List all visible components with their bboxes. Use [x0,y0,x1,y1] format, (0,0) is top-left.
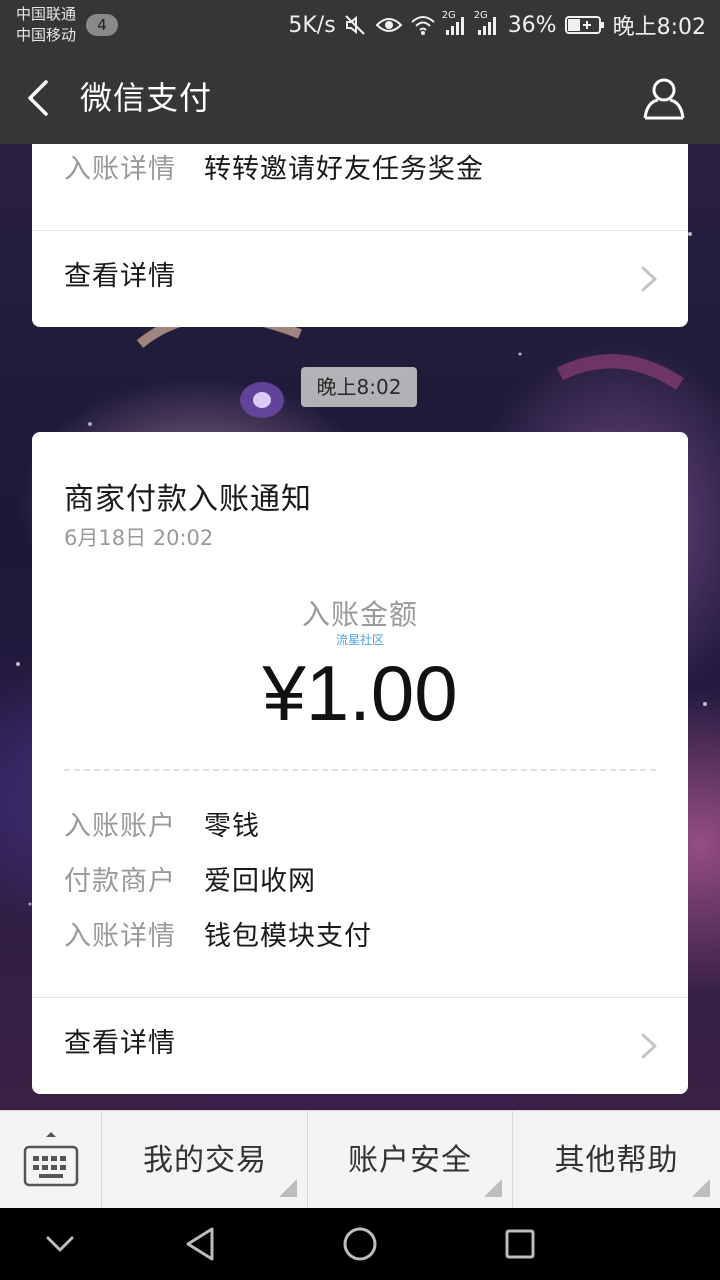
amount-label: 入账金额 [301,598,418,631]
chevron-right-icon [641,266,657,292]
chevron-right-icon [641,1033,657,1059]
signal-2-icon: 2G [474,10,500,36]
info-row-account: 入账账户 零钱 [64,809,260,845]
info-value: 钱包模块支付 [204,921,372,952]
info-key: 入账账户 [64,811,176,842]
previous-notice-card: 入账详情 转转邀请好友任务奖金 查看详情 [32,144,688,327]
detail-row: 入账详情 转转邀请好友任务奖金 [64,152,484,188]
view-details-link[interactable]: 查看详情 [32,998,688,1094]
info-row-detail: 入账详情 钱包模块支付 [64,919,372,955]
carrier-2: 中国移动 [16,26,77,44]
system-nav-bar [0,1208,720,1280]
battery-charging-icon [564,16,604,34]
bottom-menu: 我的交易 账户安全 其他帮助 [0,1110,720,1209]
menu-label: 我的交易 [143,1143,267,1178]
menu-label: 其他帮助 [554,1143,679,1178]
message-time-chip: 晚上8:02 [301,367,417,407]
page-title: 微信支付 [80,79,213,117]
signal-2-tag: 2G [473,10,488,21]
submenu-corner-icon [279,1179,297,1197]
back-chevron-icon[interactable] [24,80,54,116]
person-icon[interactable] [642,76,686,120]
battery-percent: 36% [507,12,557,38]
notice-title: 商家付款入账通知 [64,482,312,517]
eye-comfort-icon [375,18,402,32]
keyboard-toggle-button[interactable] [0,1111,102,1209]
menu-account-security[interactable]: 账户安全 [308,1111,513,1209]
carrier-1: 中国联通 [16,5,77,23]
dashed-divider [64,769,656,771]
menu-other-help[interactable]: 其他帮助 [513,1111,720,1209]
signal-1-icon: 2G [442,10,468,36]
signal-1-tag: 2G [441,10,456,21]
notification-count-badge: 4 [86,14,118,36]
info-row-merchant: 付款商户 爱回收网 [64,864,316,900]
network-speed: 5K/s [288,12,336,38]
detail-value: 转转邀请好友任务奖金 [204,154,484,185]
notice-datetime: 6月18日 20:02 [64,526,214,550]
payment-notice-card: 商家付款入账通知 6月18日 20:02 入账金额 流星社区 ¥1.00 入账账… [32,432,688,1094]
view-details-label: 查看详情 [64,1028,176,1059]
keyboard-icon [23,1132,79,1187]
wifi-icon [411,16,435,35]
status-indicators: 5K/s 2G 2G 36% 晚上8:02 [288,10,706,40]
detail-key: 入账详情 [64,154,176,185]
info-value: 爱回收网 [204,866,316,897]
amount-value: ¥1.00 [262,649,458,737]
carrier-names: 中国联通 中国移动 [16,4,76,46]
menu-my-transactions[interactable]: 我的交易 [103,1111,308,1209]
watermark-text: 流星社区 [335,633,384,647]
title-bar: 微信支付 [0,52,720,144]
info-value: 零钱 [204,811,260,842]
info-key: 付款商户 [64,866,176,897]
submenu-corner-icon [692,1179,710,1197]
clock: 晚上8:02 [612,15,706,40]
view-details-link[interactable]: 查看详情 [32,231,688,327]
home-circle-icon[interactable] [342,1226,378,1262]
view-details-label: 查看详情 [64,261,176,292]
hide-keyboard-icon[interactable] [44,1232,76,1256]
info-key: 入账详情 [64,921,176,952]
recents-square-icon[interactable] [504,1228,536,1260]
menu-label: 账户安全 [348,1143,472,1178]
submenu-corner-icon [484,1179,502,1197]
back-triangle-icon[interactable] [182,1226,218,1262]
mute-icon [344,15,365,35]
status-bar: 中国联通 中国移动 4 5K/s 2G 2G 36% 晚上8:02 [0,0,720,52]
